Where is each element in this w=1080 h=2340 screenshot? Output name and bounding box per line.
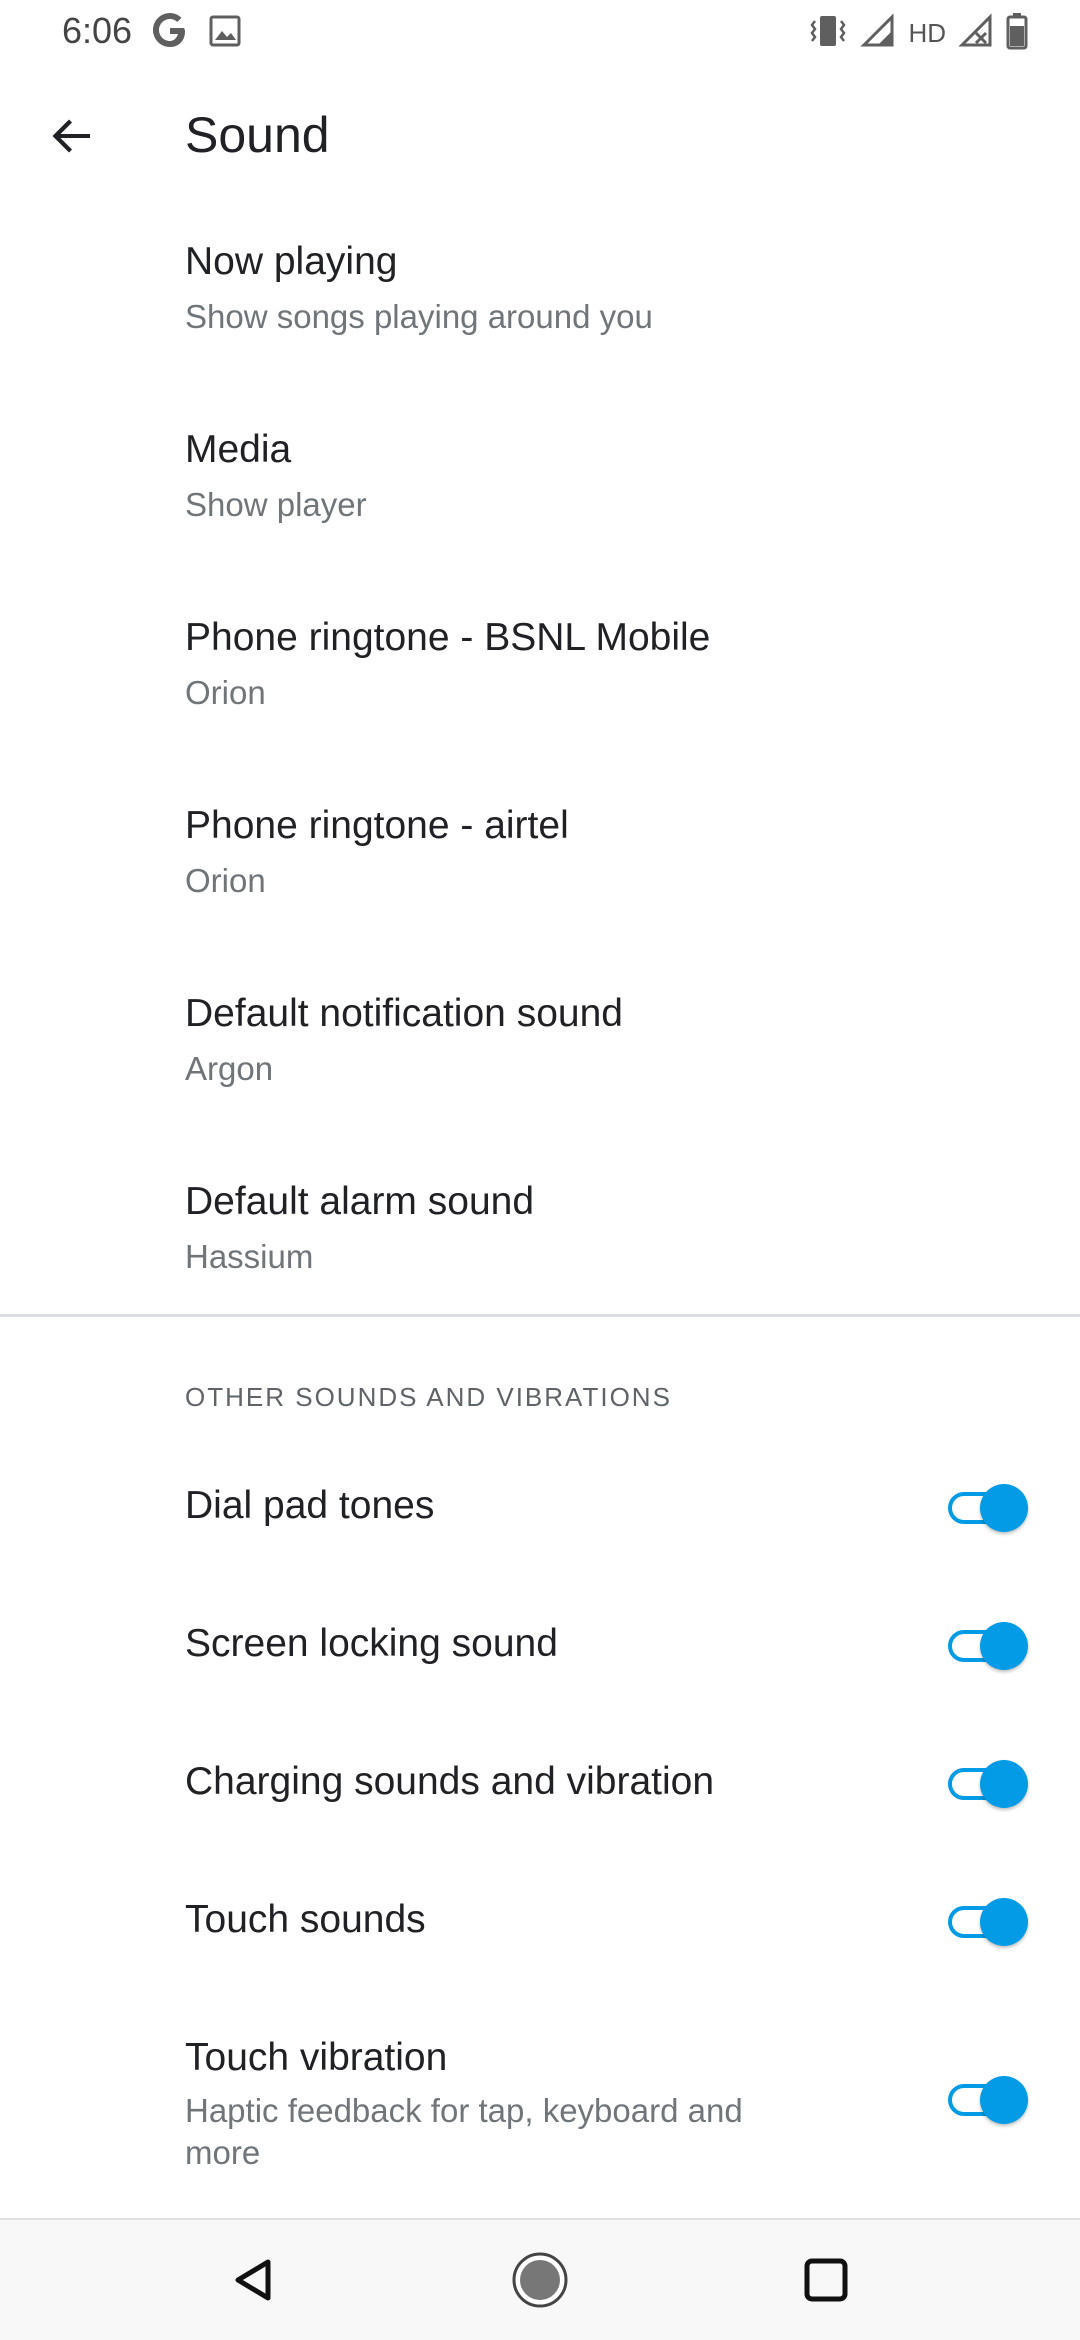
status-bar: 6:06 HD bbox=[0, 0, 1080, 62]
pref-now-playing[interactable]: Now playing Show songs playing around yo… bbox=[0, 210, 1080, 398]
status-icons: HD bbox=[808, 12, 1028, 55]
pref-title: Now playing bbox=[185, 240, 398, 283]
screen-locking-sound-switch[interactable] bbox=[946, 1616, 1036, 1676]
toggle-title: Screen locking sound bbox=[185, 1622, 558, 1665]
sound-settings-screen: 6:06 HD Sound Now playing Show songs pla… bbox=[0, 0, 1080, 2340]
nav-back-icon bbox=[230, 2256, 278, 2309]
switch-thumb bbox=[980, 1760, 1028, 1808]
touch-sounds-switch[interactable] bbox=[946, 1892, 1036, 1952]
app-bar: Sound bbox=[0, 62, 1080, 210]
pref-title: Phone ringtone - airtel bbox=[185, 804, 569, 847]
vibrate-icon bbox=[808, 13, 848, 54]
dial-pad-tones-switch[interactable] bbox=[946, 1478, 1036, 1538]
pref-summary: Show songs playing around you bbox=[185, 298, 653, 335]
pref-summary: Hassium bbox=[185, 1238, 314, 1275]
switch-thumb bbox=[980, 1484, 1028, 1532]
toggle-title: Touch vibration bbox=[185, 2036, 448, 2079]
switch-thumb bbox=[980, 2076, 1028, 2124]
toggle-title: Touch sounds bbox=[185, 1898, 426, 1941]
toggle-row-touch-sounds[interactable]: Touch sounds bbox=[0, 1854, 1080, 1992]
pref-ringtone-bsnl[interactable]: Phone ringtone - BSNL Mobile Orion bbox=[0, 586, 1080, 774]
nav-recents-icon bbox=[802, 2256, 850, 2309]
hd-label: HD bbox=[908, 18, 946, 48]
pref-summary: Argon bbox=[185, 1050, 274, 1087]
toggle-summary-line-2: more bbox=[185, 2134, 261, 2171]
signal-no-data-icon bbox=[958, 13, 994, 54]
toggle-title: Dial pad tones bbox=[185, 1484, 435, 1527]
pref-media[interactable]: Media Show player bbox=[0, 398, 1080, 586]
pref-summary: Orion bbox=[185, 674, 266, 711]
pref-ringtone-airtel[interactable]: Phone ringtone - airtel Orion bbox=[0, 774, 1080, 962]
nav-recents-button[interactable] bbox=[786, 2242, 866, 2322]
pref-title: Default alarm sound bbox=[185, 1180, 535, 1223]
pref-notification-sound[interactable]: Default notification sound Argon bbox=[0, 962, 1080, 1150]
section-header-other-sounds: OTHER SOUNDS AND VIBRATIONS bbox=[185, 1382, 672, 1412]
nav-back-button[interactable] bbox=[214, 2242, 294, 2322]
image-notification-icon bbox=[208, 14, 242, 53]
pref-summary: Show player bbox=[185, 486, 367, 523]
toggle-title: Charging sounds and vibration bbox=[185, 1760, 715, 1803]
pref-title: Media bbox=[185, 428, 292, 471]
pref-title: Default notification sound bbox=[185, 992, 623, 1035]
toggle-row-screen-locking-sound[interactable]: Screen locking sound bbox=[0, 1578, 1080, 1716]
pref-title: Phone ringtone - BSNL Mobile bbox=[185, 616, 711, 659]
switch-thumb bbox=[980, 1622, 1028, 1670]
pref-alarm-sound[interactable]: Default alarm sound Hassium bbox=[0, 1150, 1080, 1314]
pref-summary: Orion bbox=[185, 862, 266, 899]
section-divider bbox=[0, 1314, 1080, 1317]
page-title: Sound bbox=[185, 107, 330, 163]
navigation-bar bbox=[0, 2218, 1080, 2340]
signal-icon bbox=[860, 13, 896, 54]
arrow-back-icon bbox=[48, 112, 96, 165]
google-g-icon bbox=[148, 8, 192, 57]
touch-vibration-switch[interactable] bbox=[946, 2070, 1036, 2130]
charging-sounds-switch[interactable] bbox=[946, 1754, 1036, 1814]
switch-thumb bbox=[980, 1898, 1028, 1946]
toggle-row-dial-pad-tones[interactable]: Dial pad tones bbox=[0, 1440, 1080, 1578]
nav-home-icon bbox=[510, 2250, 570, 2315]
status-time: 6:06 bbox=[62, 10, 133, 51]
battery-icon bbox=[1006, 12, 1028, 55]
back-button[interactable] bbox=[38, 104, 106, 172]
toggle-summary-line-1: Haptic feedback for tap, keyboard and bbox=[185, 2092, 743, 2129]
toggle-row-touch-vibration[interactable]: Touch vibration Haptic feedback for tap,… bbox=[0, 1992, 1080, 2212]
nav-home-button[interactable] bbox=[500, 2242, 580, 2322]
toggle-row-charging-sounds[interactable]: Charging sounds and vibration bbox=[0, 1716, 1080, 1854]
